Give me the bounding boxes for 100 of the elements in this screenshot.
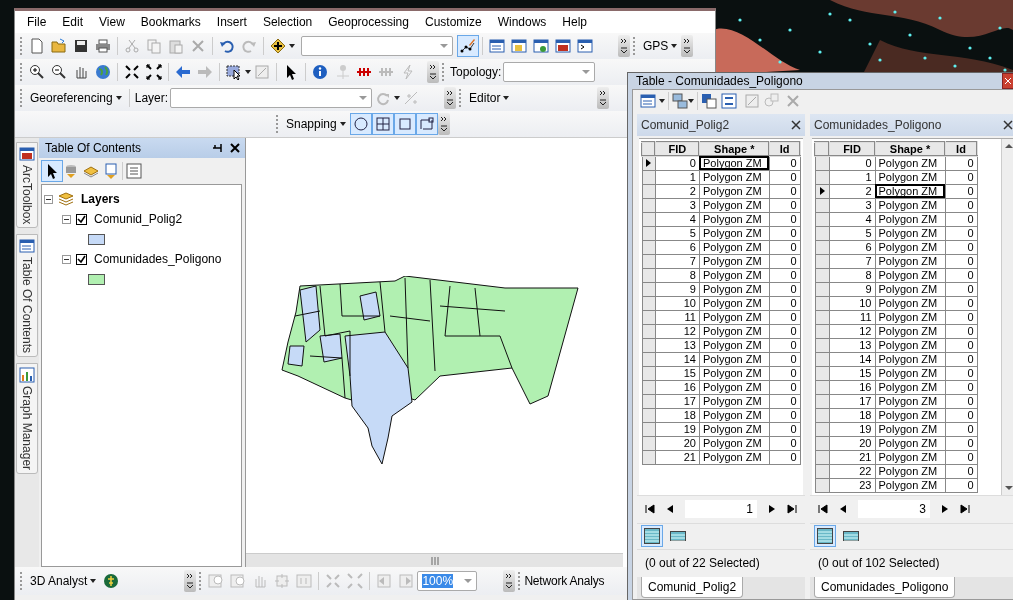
back-page-icon[interactable] <box>376 573 393 589</box>
info-icon[interactable] <box>312 64 328 80</box>
full-page-icon[interactable] <box>274 573 291 589</box>
layer-group-label[interactable]: Layers <box>79 192 122 206</box>
close-icon[interactable] <box>791 120 801 130</box>
menu-item[interactable]: File <box>19 15 55 29</box>
last-record-icon[interactable] <box>960 504 970 514</box>
menu-item[interactable]: View <box>91 15 133 29</box>
toolbar-overflow-button[interactable] <box>184 570 197 592</box>
symbol-swatch[interactable] <box>88 273 105 285</box>
menu-item[interactable]: Help <box>554 15 596 29</box>
show-all-records-button[interactable] <box>641 525 663 547</box>
collapse-icon[interactable] <box>62 214 71 224</box>
column-header[interactable]: FID <box>829 142 875 156</box>
record-number-field[interactable]: 1 <box>685 500 757 518</box>
network-analyst-menu[interactable]: Network Analys <box>524 574 605 588</box>
save-icon[interactable] <box>73 38 89 54</box>
globe-icon[interactable] <box>95 64 111 80</box>
side-tab[interactable]: Graph Manager <box>16 363 38 475</box>
horizontal-scrollbar[interactable] <box>246 553 623 567</box>
column-header[interactable]: Shape * <box>875 142 945 156</box>
collapse-icon[interactable] <box>44 194 53 204</box>
analyst-globe-icon[interactable] <box>103 573 120 589</box>
forward-page-icon[interactable] <box>398 573 415 589</box>
scale-combo[interactable] <box>301 36 453 56</box>
previous-record-icon[interactable] <box>838 504 848 514</box>
window-icon[interactable] <box>489 38 505 54</box>
paste-icon[interactable] <box>168 38 184 54</box>
layer-label[interactable]: Comunidades_Poligono <box>92 252 224 266</box>
options-icon[interactable] <box>126 163 142 179</box>
close-button[interactable] <box>1002 73 1013 89</box>
3d-analyst-menu[interactable]: 3D Analyst <box>26 571 101 591</box>
layer-label[interactable]: Comunid_Polig2 <box>92 212 185 226</box>
menu-item[interactable]: Selection <box>254 15 321 29</box>
side-tab[interactable]: ArcToolbox <box>16 142 38 229</box>
zoom-out-page-icon[interactable] <box>230 573 247 589</box>
toolbar-overflow-button[interactable] <box>681 35 694 57</box>
menu-item[interactable]: Bookmarks <box>132 15 209 29</box>
toolbar-overflow-button[interactable] <box>618 35 630 57</box>
pin-icon[interactable] <box>211 142 223 154</box>
grid-icon[interactable] <box>374 116 391 132</box>
last-record-icon[interactable] <box>787 504 797 514</box>
close-icon[interactable] <box>1003 120 1013 130</box>
delete-icon[interactable] <box>190 38 206 54</box>
column-header[interactable]: FID <box>655 142 700 156</box>
add-data-icon[interactable] <box>270 38 286 54</box>
hyperlink-icon[interactable] <box>334 64 350 80</box>
selection-list-icon[interactable] <box>103 163 119 179</box>
georeferencing-menu[interactable]: Georeferencing <box>26 88 126 108</box>
edge-icon[interactable] <box>418 116 435 132</box>
zoom-to-selected-icon[interactable] <box>763 93 779 109</box>
toolbar-overflow-button[interactable] <box>597 87 610 109</box>
table-tab[interactable]: Comunidades_Poligono <box>814 576 956 598</box>
topology-field[interactable] <box>503 62 596 82</box>
menu-item[interactable]: Geoprocessing <box>320 15 417 29</box>
table-tab[interactable]: Comunid_Polig2 <box>641 576 744 598</box>
next-record-icon[interactable] <box>940 504 950 514</box>
column-header[interactable]: Id <box>769 142 800 156</box>
layer-field[interactable] <box>170 88 373 108</box>
previous-record-icon[interactable] <box>665 504 675 514</box>
related-tables-icon[interactable] <box>672 93 688 109</box>
toolbar-overflow-button[interactable] <box>444 87 457 109</box>
record-number-field[interactable]: 3 <box>858 500 930 518</box>
vertical-scrollbar[interactable] <box>1001 139 1013 495</box>
first-record-icon[interactable] <box>818 504 828 514</box>
clear-selection-icon[interactable] <box>254 64 270 80</box>
square-icon[interactable] <box>396 116 413 132</box>
editor-menu[interactable]: Editor <box>465 88 514 108</box>
redo-icon[interactable] <box>241 38 257 54</box>
catalog-icon[interactable] <box>511 38 527 54</box>
scroll-down-icon[interactable] <box>1004 485 1013 491</box>
search-window-icon[interactable] <box>533 38 549 54</box>
circle-icon[interactable] <box>352 116 369 132</box>
layer-checkbox[interactable] <box>76 213 87 225</box>
toolbar-overflow-button[interactable] <box>427 61 439 83</box>
side-tab[interactable]: Table Of Contents <box>16 234 38 358</box>
copy-icon[interactable] <box>146 38 162 54</box>
new-document-icon[interactable] <box>29 38 45 54</box>
zoom-in-page-icon[interactable] <box>208 573 225 589</box>
column-header[interactable]: Shape * <box>699 142 770 156</box>
forward-arrow-icon[interactable] <box>197 64 213 80</box>
fixed-zoom-out-icon[interactable] <box>146 64 162 80</box>
gps-menu[interactable]: GPS <box>639 36 682 56</box>
show-all-records-button[interactable] <box>814 525 836 547</box>
close-icon[interactable] <box>229 142 241 154</box>
zoom-combo[interactable]: 100% <box>417 571 478 591</box>
first-record-icon[interactable] <box>645 504 655 514</box>
table-options-icon[interactable] <box>640 93 656 109</box>
toolbar-overflow-button[interactable] <box>503 570 516 592</box>
menu-item[interactable]: Insert <box>208 15 255 29</box>
switch-selection-icon[interactable] <box>721 93 737 109</box>
snapping-menu[interactable]: Snapping <box>282 114 350 134</box>
symbol-swatch[interactable] <box>88 233 105 245</box>
collapse-icon[interactable] <box>62 254 71 264</box>
undo-icon[interactable] <box>219 38 235 54</box>
pencil-icon[interactable] <box>460 38 476 54</box>
menu-item[interactable]: Customize <box>416 15 490 29</box>
clear-selection-icon[interactable] <box>744 93 760 109</box>
layers-icon[interactable] <box>58 191 74 207</box>
zoom-out-icon[interactable] <box>51 64 67 80</box>
